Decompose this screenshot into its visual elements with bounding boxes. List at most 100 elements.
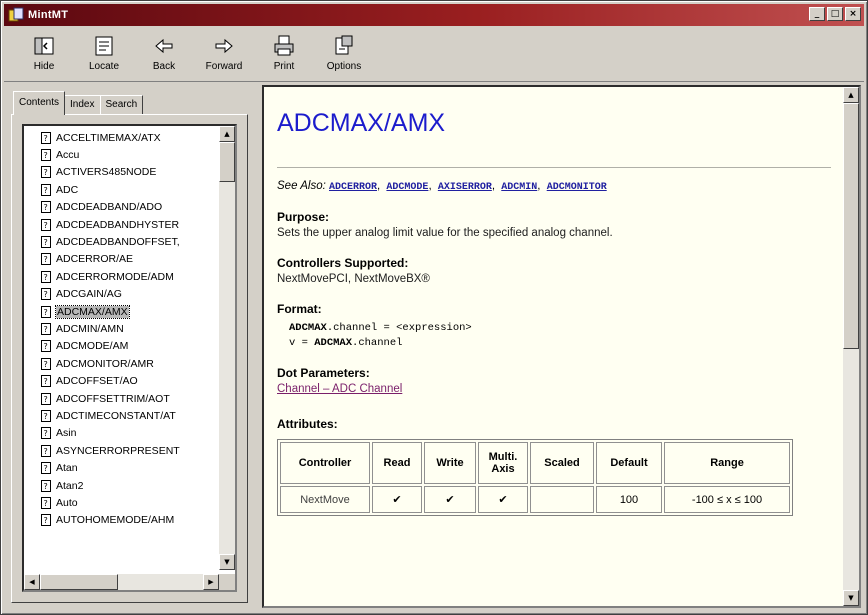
scroll-left-arrow-icon[interactable]: ◀ [24, 574, 40, 590]
scroll-up-arrow-icon[interactable]: ▲ [219, 126, 235, 142]
topic-scroll-thumb[interactable] [843, 103, 859, 349]
svg-text:?: ? [44, 134, 48, 143]
options-button[interactable]: Options [314, 28, 374, 81]
list-item[interactable]: ? ADCERRORMODE/ADM [24, 268, 219, 285]
format-heading: Format: [277, 302, 322, 316]
title-bar[interactable]: MintMT _ □ × [4, 4, 864, 26]
list-item-label: ADCDEADBAND/ADO [56, 201, 163, 214]
list-item[interactable]: ? Auto [24, 494, 219, 511]
format-args: .channel [352, 337, 403, 349]
close-button[interactable]: × [845, 7, 861, 21]
list-item[interactable]: ? ADCOFFSET/AO [24, 372, 219, 389]
list-item-label: ADCMIN/AMN [56, 322, 124, 335]
see-also-link[interactable]: ADCERROR [329, 182, 377, 193]
svg-text:?: ? [44, 255, 48, 264]
list-item-label: ACTIVERS485NODE [56, 166, 157, 179]
list-item[interactable]: ? ACTIVERS485NODE [24, 164, 219, 181]
topic-vscrollbar[interactable]: ▲ ▼ [843, 87, 859, 606]
help-page-icon: ? [41, 427, 51, 440]
list-item[interactable]: ? ADCDEADBAND/ADO [24, 199, 219, 216]
hide-button[interactable]: Hide [14, 28, 74, 81]
scroll-down-arrow-icon[interactable]: ▼ [843, 590, 859, 606]
check-icon: ✔ [478, 486, 528, 513]
list-item-label: ADCDEADBANDOFFSET, [56, 236, 180, 249]
channel-link[interactable]: Channel – ADC Channel [277, 383, 402, 395]
list-item[interactable]: ? ADCMAX/AMX [24, 303, 219, 320]
list-item-label: ADCMODE/AM [56, 340, 129, 353]
scroll-up-arrow-icon[interactable]: ▲ [843, 87, 859, 103]
minimize-button[interactable]: _ [809, 7, 825, 21]
scroll-right-arrow-icon[interactable]: ▶ [203, 574, 219, 590]
help-page-icon: ? [41, 131, 51, 144]
list-item[interactable]: ? ACCELTIMEMAX/ATX [24, 129, 219, 146]
tab-search[interactable]: Search [99, 95, 144, 115]
help-page-icon: ? [41, 253, 51, 266]
topic-list-hscrollbar[interactable]: ◀ ▶ [24, 574, 219, 590]
list-item[interactable]: ? Atan2 [24, 477, 219, 494]
scroll-down-arrow-icon[interactable]: ▼ [219, 554, 235, 570]
topic-pane: ADCMAX/AMX See Also: ADCERROR, ADCMODE, … [262, 85, 861, 608]
print-button[interactable]: Print [254, 28, 314, 81]
svg-text:?: ? [44, 221, 48, 230]
table-header-row: Controller Read Write Multi. Axis Scaled… [280, 442, 790, 484]
list-item-label: Asin [56, 427, 77, 440]
tab-contents[interactable]: Contents [13, 91, 66, 115]
list-item[interactable]: ? Accu [24, 146, 219, 163]
list-item[interactable]: ? ADCDEADBANDOFFSET, [24, 233, 219, 250]
options-label: Options [326, 61, 362, 72]
list-item[interactable]: ? ADCOFFSETTRIM/AOT [24, 390, 219, 407]
list-item[interactable]: ? ADCMIN/AMN [24, 320, 219, 337]
maximize-button[interactable]: □ [827, 7, 843, 21]
topic-list-vscrollbar[interactable]: ▲ ▼ [219, 126, 235, 570]
list-item[interactable]: ? ADCMODE/AM [24, 338, 219, 355]
controllers-heading: Controllers Supported: [277, 256, 409, 270]
scroll-thumb[interactable] [219, 142, 235, 182]
locate-button[interactable]: Locate [74, 28, 134, 81]
list-item-label: ASYNCERRORPRESENT [56, 444, 180, 457]
svg-text:?: ? [44, 482, 48, 491]
list-item[interactable]: ? ADCGAIN/AG [24, 286, 219, 303]
svg-text:?: ? [44, 342, 48, 351]
list-item[interactable]: ? Atan [24, 459, 219, 476]
list-item[interactable]: ? ADCTIMECONSTANT/AT [24, 407, 219, 424]
scroll-corner [219, 574, 235, 590]
list-item-label: ADCMONITOR/AMR [56, 357, 154, 370]
list-item[interactable]: ? ADC [24, 181, 219, 198]
list-item-label: ADCDEADBANDHYSTER [56, 218, 180, 231]
see-also-link[interactable]: ADCMONITOR [547, 182, 607, 193]
help-page-icon: ? [41, 149, 51, 162]
tab-index[interactable]: Index [64, 95, 101, 115]
check-icon: ✔ [372, 486, 422, 513]
print-icon [274, 35, 294, 56]
column-header: Multi. Axis [478, 442, 528, 484]
hscroll-thumb[interactable] [40, 574, 118, 590]
svg-text:?: ? [44, 186, 48, 195]
topic-list-items: ? ACCELTIMEMAX/ATX? Accu? ACTIVERS485NODE? A… [24, 126, 219, 570]
attributes-table: Controller Read Write Multi. Axis Scaled… [277, 439, 793, 516]
svg-text:?: ? [44, 360, 48, 369]
list-item[interactable]: ? ADCDEADBANDHYSTER [24, 216, 219, 233]
list-item[interactable]: ? ADCMONITOR/AMR [24, 355, 219, 372]
back-label: Back [152, 61, 176, 72]
list-item[interactable]: ? ASYNCERRORPRESENT [24, 442, 219, 459]
help-page-icon: ? [41, 479, 51, 492]
dot-params-row: Channel – ADC Channel [277, 383, 831, 395]
forward-button[interactable]: Forward [194, 28, 254, 81]
table-row: NextMove ✔ ✔ ✔ 100 -100 ≤ x ≤ 100 [280, 486, 790, 513]
see-also-link[interactable]: AXISERROR [438, 182, 492, 193]
format-line-1: ADCMAX.channel = <expression> [277, 322, 831, 334]
help-page-icon: ? [41, 218, 51, 231]
navigation-pane: Contents Index Search ? ACCELTIMEMAX/ATX?… [11, 91, 248, 603]
list-item[interactable]: ? AUTOHOMEMODE/AHM [24, 512, 219, 529]
column-header: Write [424, 442, 476, 484]
help-page-icon: ? [41, 462, 51, 475]
contents-panel: ? ACCELTIMEMAX/ATX? Accu? ACTIVERS485NODE? A… [11, 114, 248, 603]
back-button[interactable]: Back [134, 28, 194, 81]
list-item[interactable]: ? ADCERROR/AE [24, 251, 219, 268]
list-item[interactable]: ? Asin [24, 425, 219, 442]
see-also-link[interactable]: ADCMIN [501, 182, 537, 193]
list-item-label: Atan2 [56, 479, 84, 492]
topic-list[interactable]: ? ACCELTIMEMAX/ATX? Accu? ACTIVERS485NODE? A… [22, 124, 237, 592]
format-command: ADCMAX [314, 337, 353, 349]
see-also-link[interactable]: ADCMODE [386, 182, 428, 193]
